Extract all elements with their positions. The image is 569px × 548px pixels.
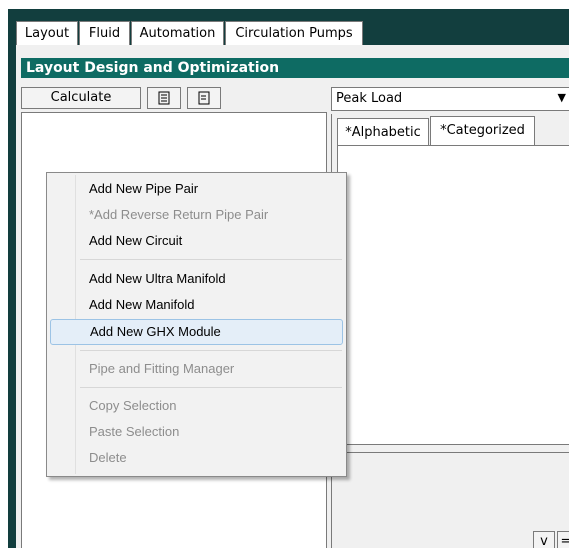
calculate-button[interactable]: Calculate	[21, 87, 141, 109]
menu-item-add-circuit[interactable]: Add New Circuit	[50, 228, 343, 254]
view-select[interactable]: Peak Load ▼	[331, 87, 569, 111]
context-menu: Add New Pipe Pair *Add Reverse Return Pi…	[46, 172, 347, 477]
tab-automation[interactable]: Automation	[131, 21, 224, 45]
report-button[interactable]	[187, 87, 221, 109]
chevron-down-icon[interactable]: ▼	[558, 91, 566, 104]
tab-alphabetic[interactable]: *Alphabetic	[337, 118, 429, 146]
menu-separator	[80, 387, 342, 388]
menu-item-pipe-fitting-manager[interactable]: Pipe and Fitting Manager	[50, 356, 343, 382]
menu-separator	[80, 350, 342, 351]
tab-categorized[interactable]: *Categorized	[430, 116, 535, 146]
list-view-button[interactable]	[147, 87, 181, 109]
menu-separator	[80, 259, 342, 260]
tab-fluid[interactable]: Fluid	[79, 21, 130, 45]
tab-circulation-pumps[interactable]: Circulation Pumps	[225, 21, 363, 45]
equals-button[interactable]: =	[557, 531, 569, 548]
view-select-value: Peak Load	[336, 91, 403, 106]
property-panel: *Alphabetic *Categorized	[331, 114, 569, 548]
menu-item-add-pipe-pair[interactable]: Add New Pipe Pair	[50, 176, 343, 202]
menu-item-paste-selection[interactable]: Paste Selection	[50, 419, 343, 445]
menu-item-delete[interactable]: Delete	[50, 445, 343, 471]
menu-item-add-manifold[interactable]: Add New Manifold	[50, 292, 343, 318]
menu-item-add-ultra-manifold[interactable]: Add New Ultra Manifold	[50, 266, 343, 292]
document-icon	[198, 91, 210, 105]
property-grid[interactable]	[337, 145, 569, 445]
list-icon	[158, 91, 170, 105]
panel-title: Layout Design and Optimization	[21, 58, 569, 78]
menu-item-add-ghx-module[interactable]: Add New GHX Module	[50, 319, 343, 345]
tab-layout[interactable]: Layout	[16, 21, 78, 45]
v-button[interactable]: v	[533, 531, 555, 548]
menu-item-add-reverse-return-pipe-pair[interactable]: *Add Reverse Return Pipe Pair	[50, 202, 343, 228]
menu-item-copy-selection[interactable]: Copy Selection	[50, 393, 343, 419]
